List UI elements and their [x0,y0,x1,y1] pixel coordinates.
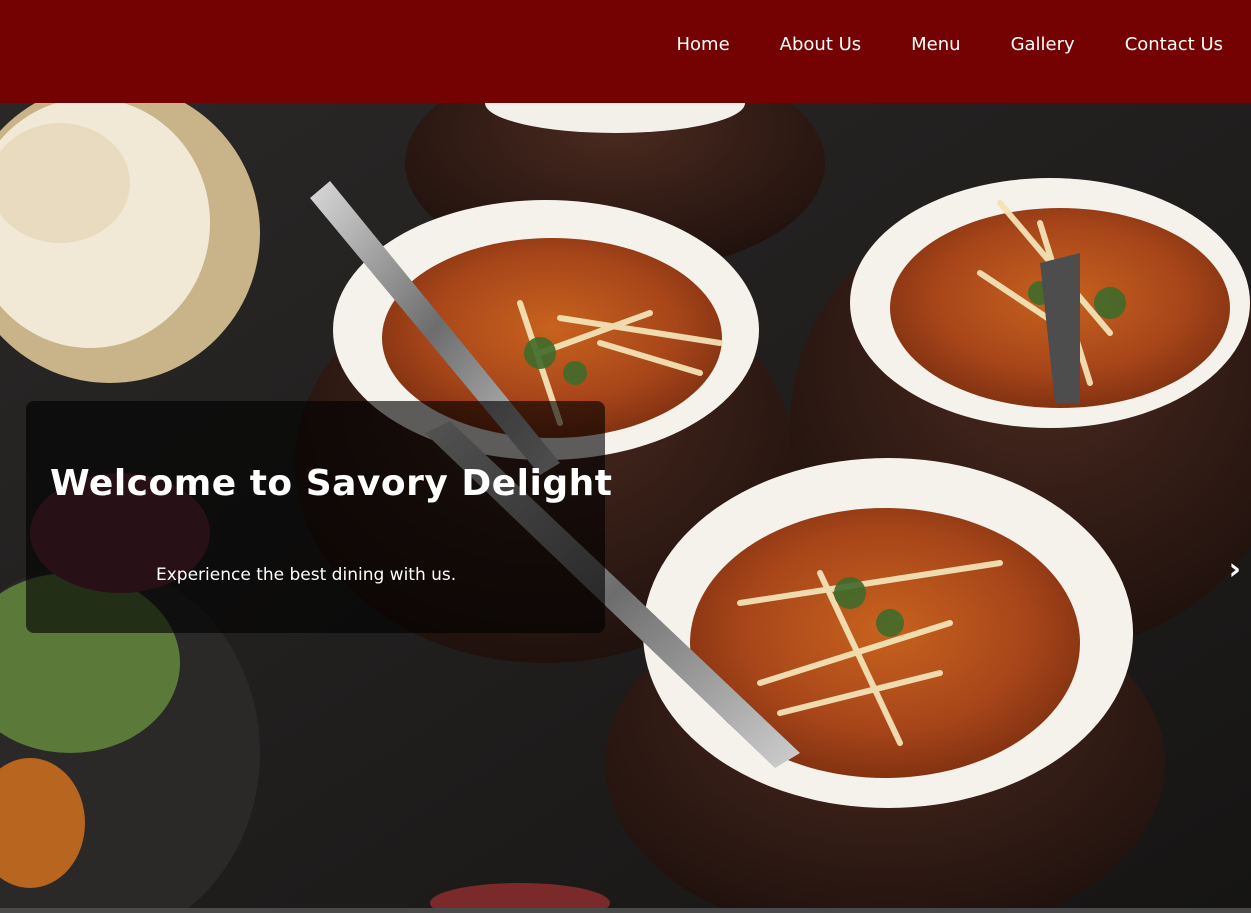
nav-link-gallery[interactable]: Gallery [1011,33,1075,57]
nav-link-about-us[interactable]: About Us [780,33,862,57]
hero-title: Welcome to Savory Delight [50,463,613,504]
hero-caption: Welcome to Savory Delight Experience the… [26,401,612,633]
hero-subtitle: Experience the best dining with us. [156,565,457,585]
nav-link-menu[interactable]: Menu [911,33,960,57]
page-bottom-edge [0,908,1251,913]
nav-menu: Home About Us Menu Gallery Contact Us [627,33,1224,57]
top-navbar: Home About Us Menu Gallery Contact Us [0,0,1251,103]
hero-carousel: Welcome to Savory Delight Experience the… [0,103,1251,908]
nav-link-home[interactable]: Home [677,33,730,57]
carousel-next-icon[interactable]: › [1229,555,1241,585]
nav-link-contact-us[interactable]: Contact Us [1125,33,1223,57]
